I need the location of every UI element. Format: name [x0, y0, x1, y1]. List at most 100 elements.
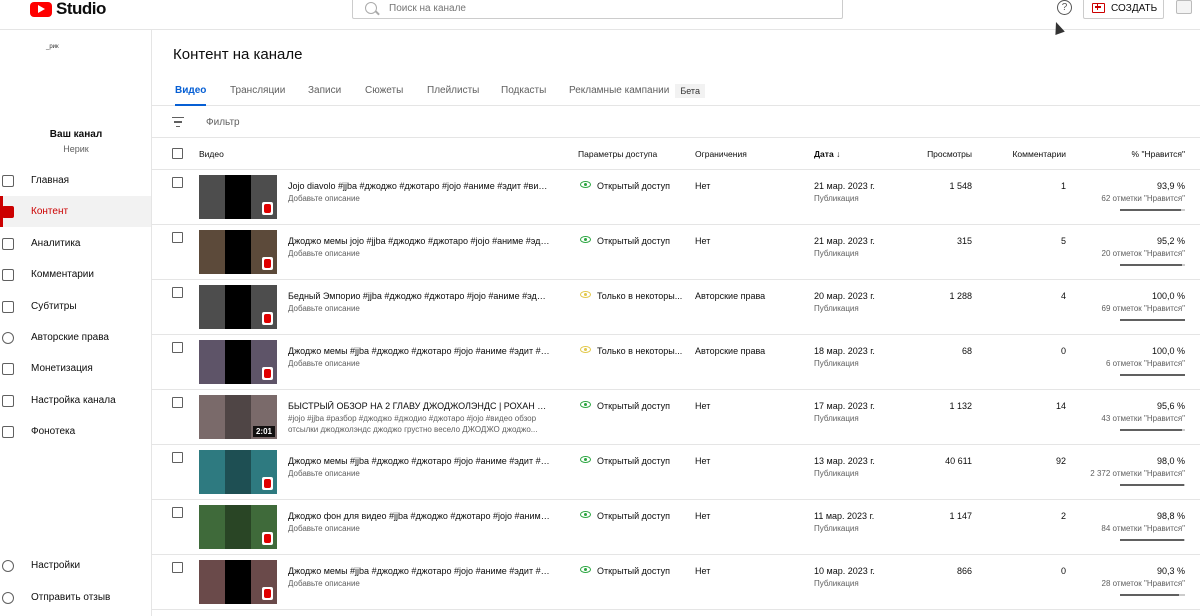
likes-ratio-fill [1120, 374, 1185, 376]
sidebar-item-2[interactable]: Аналитика [0, 228, 151, 259]
video-thumbnail[interactable] [199, 285, 277, 329]
video-title[interactable]: Джоджо мемы #jjba #джоджо #джотаро #jojo… [288, 456, 550, 466]
video-title[interactable]: Джоджо мемы #jjba #джоджо #джотаро #jojo… [288, 566, 550, 576]
publish-status: Публикация [814, 304, 859, 313]
sidebar-bottom-item-1[interactable]: Отправить отзыв [0, 582, 151, 613]
visibility-status[interactable]: Только в некоторы... [597, 346, 685, 356]
tab-3[interactable]: Сюжеты [365, 75, 403, 106]
column-visibility[interactable]: Параметры доступа [578, 149, 657, 159]
sidebar-bottom-item-0[interactable]: Настройки [0, 550, 151, 581]
create-button[interactable]: СОЗДАТЬ [1083, 0, 1164, 19]
visibility-status[interactable]: Только в некоторы... [597, 291, 685, 301]
table-row[interactable]: Бедный Эмпорио #jjba #джоджо #джотаро #j… [152, 280, 1200, 335]
video-title[interactable]: Джоджо мемы #jjba #джоджо #джотаро #jojo… [288, 346, 550, 356]
column-views[interactable]: Просмотры [927, 149, 972, 159]
likes-ratio-bar [1120, 594, 1185, 596]
duration-badge: 2:01 [252, 426, 275, 437]
sidebar-item-3[interactable]: Комментарии [0, 259, 151, 290]
search-box[interactable] [352, 0, 843, 19]
row-checkbox[interactable] [172, 562, 183, 573]
table-row[interactable]: 2:01 БЫСТРЫЙ ОБЗОР НА 2 ГЛАВУ ДЖОДЖОЛЭНДС… [152, 390, 1200, 445]
video-thumbnail[interactable] [199, 175, 277, 219]
table-row[interactable]: Джоджо мемы #jjba #джоджо #джотаро #jojo… [152, 335, 1200, 390]
sidebar-item-1[interactable]: Контент [0, 196, 151, 227]
sidebar-item-4[interactable]: Субтитры [0, 291, 151, 322]
row-checkbox[interactable] [172, 507, 183, 518]
shorts-icon [262, 202, 273, 215]
visibility-status[interactable]: Открытый доступ [597, 181, 685, 191]
row-checkbox[interactable] [172, 397, 183, 408]
publish-status: Публикация [814, 249, 859, 258]
youtube-studio-logo[interactable]: Studio [30, 0, 106, 18]
column-restrictions[interactable]: Ограничения [695, 149, 747, 159]
video-thumbnail[interactable] [199, 340, 277, 384]
video-title[interactable]: Джоджо мемы jojo #jjba #джоджо #джотаро … [288, 236, 550, 246]
video-thumbnail[interactable] [199, 230, 277, 274]
row-checkbox[interactable] [172, 452, 183, 463]
likes-count: 43 отметки "Нравится" [1101, 414, 1185, 423]
table-row[interactable]: Джоджо мемы #jjba #джоджо #джотаро #jojo… [152, 445, 1200, 500]
publish-date: 10 мар. 2023 г. [814, 566, 875, 576]
publish-status: Публикация [814, 359, 859, 368]
row-checkbox[interactable] [172, 177, 183, 188]
tab-6[interactable]: Рекламные кампании Бета [569, 75, 705, 106]
sidebar-item-8[interactable]: Фонотека [0, 416, 151, 447]
sidebar-item-0[interactable]: Главная [0, 165, 151, 196]
channel-avatar[interactable]: _рик [46, 44, 59, 50]
filter-input[interactable]: Фильтр [206, 117, 240, 128]
filter-bar[interactable]: Фильтр [152, 107, 1200, 138]
video-thumbnail[interactable] [199, 560, 277, 604]
page-title: Контент на канале [173, 46, 303, 63]
video-description: Добавьте описание [288, 304, 360, 313]
account-avatar[interactable] [1176, 0, 1192, 14]
comments-count: 1 [1060, 181, 1066, 191]
table-row[interactable]: Джоджо фон для видео #jjba #джоджо #джот… [152, 500, 1200, 555]
sidebar-item-5[interactable]: Авторские права [0, 322, 151, 353]
table-row[interactable]: Джоджо мемы jojo #jjba #джоджо #джотаро … [152, 225, 1200, 280]
tab-5[interactable]: Подкасты [501, 75, 546, 106]
tab-1[interactable]: Трансляции [230, 75, 285, 106]
visibility-status[interactable]: Открытый доступ [597, 236, 685, 246]
video-title[interactable]: Джоджо фон для видео #jjba #джоджо #джот… [288, 511, 550, 521]
table-row[interactable]: Jojo diavolo #jjba #джоджо #джотаро #joj… [152, 170, 1200, 225]
likes-count: 69 отметок "Нравится" [1101, 304, 1185, 313]
sidebar-item-6[interactable]: Монетизация [0, 353, 151, 384]
video-description: #jojo #jjba #разбор #джоджо #джодио #джо… [288, 414, 537, 423]
visibility-status[interactable]: Открытый доступ [597, 401, 685, 411]
likes-count: 62 отметки "Нравится" [1101, 194, 1185, 203]
table-row[interactable]: Джоджо мемы #jjba #джоджо #джотаро #jojo… [152, 555, 1200, 610]
column-comments[interactable]: Комментарии [1012, 149, 1066, 159]
select-all-checkbox[interactable] [172, 148, 183, 159]
tab-0[interactable]: Видео [175, 75, 207, 106]
tab-label: Видео [175, 85, 207, 96]
video-title[interactable]: Jojo diavolo #jjba #джоджо #джотаро #joj… [288, 181, 550, 191]
comments-count: 2 [1060, 511, 1066, 521]
row-checkbox[interactable] [172, 232, 183, 243]
video-title[interactable]: БЫСТРЫЙ ОБЗОР НА 2 ГЛАВУ ДЖОДЖОЛЭНДС | Р… [288, 401, 550, 411]
column-likes[interactable]: % "Нравится" [1132, 149, 1185, 159]
content-tabs: Видео Трансляции Записи Сюжеты Плейлисты Подк… [152, 75, 1200, 106]
row-checkbox[interactable] [172, 287, 183, 298]
filter-icon[interactable] [172, 117, 184, 127]
visibility-status[interactable]: Открытый доступ [597, 511, 685, 521]
sidebar-item-7[interactable]: Настройка канала [0, 385, 151, 416]
video-thumbnail[interactable]: 2:01 [199, 395, 277, 439]
video-title[interactable]: Бедный Эмпорио #jjba #джоджо #джотаро #j… [288, 291, 550, 301]
search-input[interactable] [389, 2, 789, 14]
column-date[interactable]: Дата ↓ [814, 149, 840, 159]
publish-date: 13 мар. 2023 г. [814, 456, 875, 466]
create-video-icon [1092, 3, 1105, 13]
tab-2[interactable]: Записи [308, 75, 341, 106]
video-thumbnail[interactable] [199, 450, 277, 494]
video-thumbnail[interactable] [199, 505, 277, 549]
tab-4[interactable]: Плейлисты [427, 75, 479, 106]
likes-ratio-bar [1120, 484, 1185, 486]
likes-count: 2 372 отметки "Нравится" [1090, 469, 1185, 478]
thumbnail-frame [225, 285, 251, 329]
visibility-status[interactable]: Открытый доступ [597, 456, 685, 466]
restrictions-value: Нет [695, 401, 711, 411]
publish-status: Публикация [814, 469, 859, 478]
row-checkbox[interactable] [172, 342, 183, 353]
help-icon[interactable]: ? [1057, 0, 1072, 15]
visibility-status[interactable]: Открытый доступ [597, 566, 685, 576]
